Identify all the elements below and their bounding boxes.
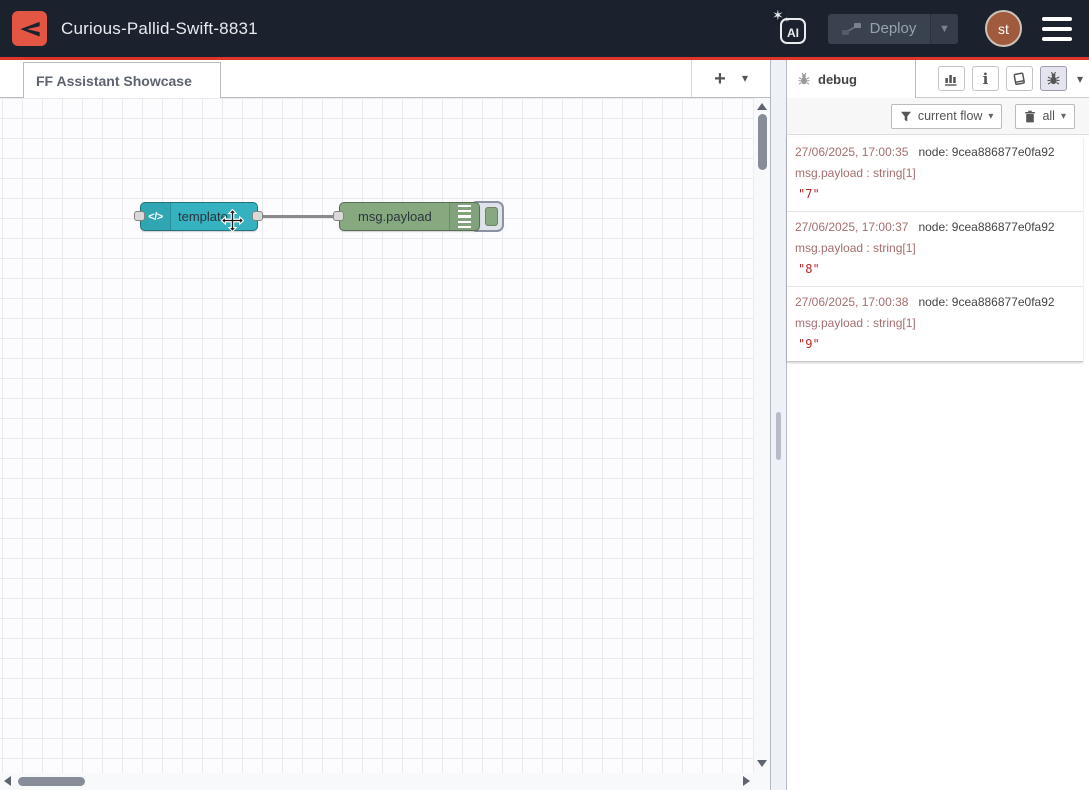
chevron-down-icon: ▾ — [988, 111, 993, 122]
trash-icon — [1024, 110, 1036, 123]
header-bar: Curious-Pallid-Swift-8831 ✶ ✶ AI Deploy … — [0, 0, 1089, 57]
ai-button-label: AI — [780, 18, 806, 44]
flow-tab-active[interactable]: FF Assistant Showcase — [23, 62, 221, 98]
vertical-scroll-thumb[interactable] — [758, 114, 767, 170]
user-avatar[interactable]: st — [985, 10, 1022, 47]
message-node-id: node: 9cea886877e0fa92 — [918, 145, 1054, 159]
sidebar-tabbar: debug i — [787, 60, 1089, 98]
app-logo-icon — [12, 11, 47, 46]
message-timestamp: 27/06/2025, 17:00:37 — [795, 220, 908, 234]
sidebar-tab-icons: i — [938, 66, 1083, 91]
debug-input-port[interactable] — [333, 211, 344, 221]
sidebar: debug i — [787, 60, 1089, 790]
message-property: msg.payload : string[1] — [795, 166, 1077, 180]
message-value: "7" — [795, 187, 1077, 201]
message-timestamp: 27/06/2025, 17:00:35 — [795, 145, 908, 159]
separator-drag-handle[interactable] — [776, 412, 781, 460]
horizontal-scroll-thumb[interactable] — [18, 777, 85, 786]
node-template-label: template — [178, 203, 228, 230]
node-template[interactable]: </> template — [140, 202, 258, 231]
debug-clear-button[interactable]: all ▾ — [1015, 104, 1075, 129]
canvas-vertical-scrollbar[interactable] — [753, 98, 770, 773]
ai-assistant-button[interactable]: ✶ ✶ AI — [773, 11, 807, 47]
message-property: msg.payload : string[1] — [795, 316, 1077, 330]
flow-list-chevron-down-icon[interactable]: ▾ — [742, 71, 748, 85]
tabbar-divider — [691, 60, 692, 97]
header-actions: ✶ ✶ AI Deploy ▼ st — [773, 10, 1074, 47]
filter-icon — [900, 111, 912, 122]
canvas-horizontal-scrollbar[interactable] — [0, 773, 770, 790]
debug-clear-label: all — [1042, 109, 1055, 123]
debug-message-list: 27/06/2025, 17:00:35 node: 9cea886877e0fa… — [787, 137, 1083, 362]
sidebar-resize-separator[interactable] — [770, 60, 787, 790]
debug-message[interactable]: 27/06/2025, 17:00:38 node: 9cea886877e0fa… — [787, 286, 1083, 361]
info-icon[interactable]: i — [972, 66, 999, 91]
sidebar-tab-debug-label: debug — [818, 72, 857, 87]
message-value: "9" — [795, 337, 1077, 351]
template-input-port[interactable] — [134, 211, 145, 221]
message-timestamp: 27/06/2025, 17:00:38 — [795, 295, 908, 309]
deploy-options-button[interactable]: ▼ — [930, 14, 958, 44]
scroll-down-arrow-icon[interactable] — [757, 760, 767, 767]
message-node-id: node: 9cea886877e0fa92 — [918, 220, 1054, 234]
message-value: "8" — [795, 262, 1077, 276]
bar-chart-icon[interactable] — [938, 66, 965, 91]
deploy-button-label: Deploy — [870, 20, 917, 37]
debug-list-icon — [449, 203, 479, 230]
message-node-id: node: 9cea886877e0fa92 — [918, 295, 1054, 309]
instance-title: Curious-Pallid-Swift-8831 — [61, 19, 258, 39]
debug-toolbar: current flow ▾ all ▾ — [787, 98, 1089, 135]
deploy-nodes-icon — [842, 22, 862, 36]
main-menu-button[interactable] — [1040, 16, 1074, 42]
sidebar-tab-debug[interactable]: debug — [787, 60, 916, 98]
flow-tab-label: FF Assistant Showcase — [36, 73, 192, 89]
message-property: msg.payload : string[1] — [795, 241, 1077, 255]
node-debug[interactable]: msg.payload — [339, 202, 480, 231]
debug-message[interactable]: 27/06/2025, 17:00:37 node: 9cea886877e0fa… — [787, 211, 1083, 286]
bug-icon — [797, 72, 811, 86]
template-output-port[interactable] — [252, 211, 263, 221]
debug-filter-label: current flow — [918, 109, 983, 123]
debug-message[interactable]: 27/06/2025, 17:00:35 node: 9cea886877e0fa… — [787, 137, 1083, 211]
node-red-window: Curious-Pallid-Swift-8831 ✶ ✶ AI Deploy … — [0, 0, 1089, 790]
avatar-initials: st — [998, 21, 1009, 37]
scroll-left-arrow-icon[interactable] — [4, 776, 11, 786]
add-flow-button[interactable]: + — [706, 66, 734, 92]
flow-canvas[interactable]: </> template msg.payload — [0, 98, 753, 773]
workspace-tabbar: FF Assistant Showcase + ▾ — [0, 60, 770, 98]
deploy-button[interactable]: Deploy ▼ — [828, 14, 958, 44]
book-icon[interactable] — [1006, 66, 1033, 91]
sidebar-menu-chevron-down-icon[interactable]: ▾ — [1077, 72, 1083, 86]
scroll-right-arrow-icon[interactable] — [743, 776, 750, 786]
node-debug-label: msg.payload — [358, 203, 432, 230]
wire — [0, 98, 753, 773]
debug-filter-button[interactable]: current flow ▾ — [891, 104, 1003, 129]
bug-icon[interactable] — [1040, 66, 1067, 91]
chevron-down-icon: ▾ — [1061, 111, 1066, 122]
header-accent-line — [0, 57, 1089, 60]
code-icon: </> — [141, 203, 171, 230]
scroll-up-arrow-icon[interactable] — [757, 103, 767, 110]
